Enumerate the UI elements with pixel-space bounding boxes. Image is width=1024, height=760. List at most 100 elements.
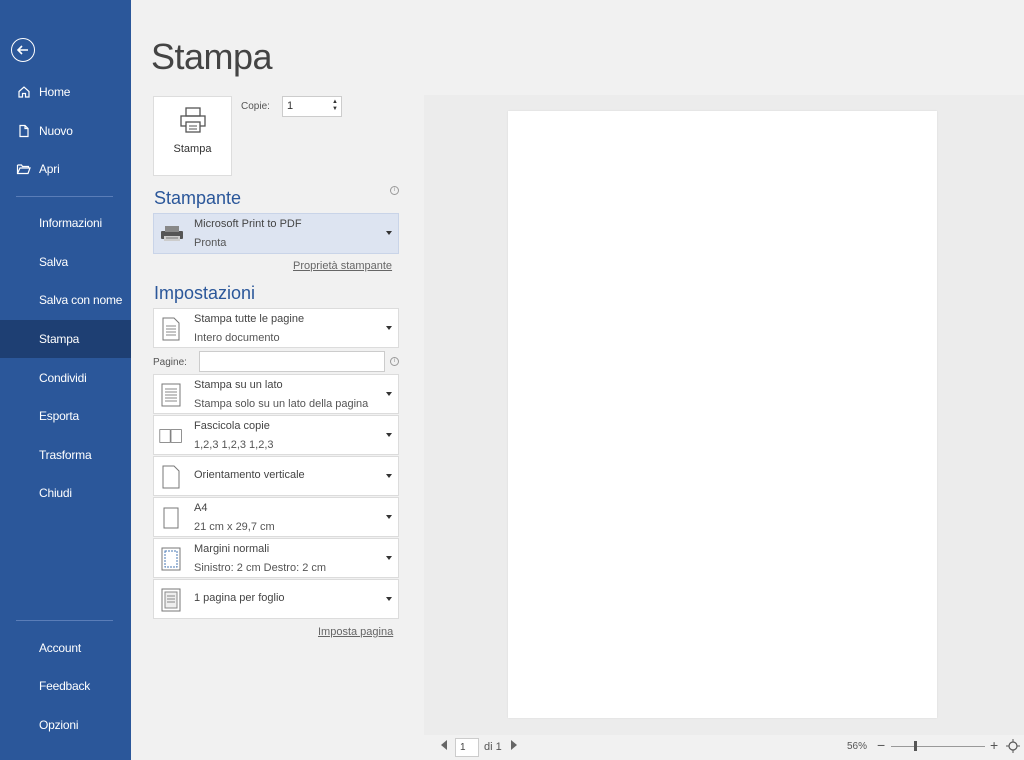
sidebar-item-account[interactable]: Account	[0, 629, 131, 667]
settings-section-title: Impostazioni	[154, 283, 256, 303]
option-subtitle: Stampa solo su un lato della pagina	[194, 398, 369, 410]
zoom-level[interactable]: 56%	[847, 741, 867, 752]
option-title: A4	[194, 502, 208, 514]
sidebar-item-label: Salva con nome	[39, 293, 123, 307]
backstage-sidebar: Home Nuovo Apri Informazioni Salva Salva…	[0, 0, 131, 760]
chevron-down-icon	[386, 474, 392, 478]
sidebar-item-home[interactable]: Home	[0, 73, 131, 111]
sidebar-item-label: Opzioni	[39, 718, 79, 732]
option-title: Margini normali	[194, 543, 270, 555]
printer-properties-link[interactable]: Proprietà stampante	[293, 260, 392, 272]
chevron-down-icon	[386, 392, 392, 396]
previous-page-icon[interactable]	[441, 740, 447, 750]
page-count: di 1	[484, 741, 502, 753]
pages-per-sheet-select[interactable]: 1 pagina per foglio	[153, 579, 399, 619]
sidebar-item-chiudi[interactable]: Chiudi	[0, 474, 131, 512]
sidebar-item-feedback[interactable]: Feedback	[0, 667, 131, 705]
sidebar-item-trasforma[interactable]: Trasforma	[0, 436, 131, 474]
sidebar-item-salva-con-nome[interactable]: Salva con nome	[0, 281, 131, 319]
one-sided-icon	[159, 381, 183, 409]
margins-icon	[159, 545, 183, 573]
sidebar-divider	[16, 620, 113, 621]
sidebar-item-label: Informazioni	[39, 216, 102, 230]
sidebar-item-salva[interactable]: Salva	[0, 243, 131, 281]
printer-select[interactable]: Microsoft Print to PDF Pronta	[153, 213, 399, 254]
chevron-down-icon	[386, 326, 392, 330]
sidebar-item-label: Trasforma	[39, 448, 92, 462]
spinner-arrows-icon[interactable]: ▲ ▼	[332, 99, 338, 113]
print-button-label: Stampa	[173, 143, 212, 155]
option-title: 1 pagina per foglio	[194, 592, 285, 604]
preview-page	[508, 111, 937, 718]
sidebar-item-label: Nuovo	[39, 124, 73, 138]
sidebar-item-nuovo[interactable]: Nuovo	[0, 112, 131, 150]
sidebar-item-opzioni[interactable]: Opzioni	[0, 706, 131, 744]
option-subtitle: 21 cm x 29,7 cm	[194, 521, 275, 533]
open-folder-icon	[16, 161, 32, 177]
zoom-out-button[interactable]: −	[877, 737, 885, 753]
pages-label: Pagine:	[153, 357, 187, 368]
copies-value: 1	[287, 100, 294, 112]
chevron-down-icon	[386, 556, 392, 560]
sidebar-item-esporta[interactable]: Esporta	[0, 397, 131, 435]
next-page-icon[interactable]	[511, 740, 517, 750]
page-number-input[interactable]: 1	[455, 738, 479, 757]
sidebar-item-label: Salva	[39, 255, 69, 269]
sidebar-item-label: Esporta	[39, 409, 79, 423]
orientation-select[interactable]: Orientamento verticale	[153, 456, 399, 496]
copies-label: Copie:	[241, 101, 270, 112]
sidebar-item-stampa[interactable]: Stampa	[0, 320, 131, 358]
portrait-page-icon	[159, 463, 183, 491]
option-title: Stampa tutte le pagine	[194, 313, 305, 325]
zoom-slider-thumb[interactable]	[914, 741, 917, 751]
printer-name: Microsoft Print to PDF	[194, 218, 302, 230]
collate-select[interactable]: Fascicola copie 1,2,3 1,2,3 1,2,3	[153, 415, 399, 455]
margins-select[interactable]: Margini normali Sinistro: 2 cm Destro: 2…	[153, 538, 399, 578]
sidebar-item-label: Apri	[39, 162, 60, 176]
zoom-in-button[interactable]: +	[990, 737, 998, 753]
sidebar-divider	[16, 196, 113, 197]
printer-status: Pronta	[194, 237, 227, 249]
print-button[interactable]: Stampa	[153, 96, 232, 176]
sidebar-item-label: Condividi	[39, 371, 87, 385]
zoom-to-page-icon[interactable]	[1006, 739, 1020, 758]
printer-section-title: Stampante	[154, 188, 242, 208]
home-icon	[16, 84, 32, 100]
chevron-down-icon	[386, 515, 392, 519]
printer-device-icon	[161, 226, 183, 241]
option-subtitle: Sinistro: 2 cm Destro: 2 cm	[194, 562, 327, 574]
sidebar-item-informazioni[interactable]: Informazioni	[0, 204, 131, 242]
paper-size-icon	[159, 504, 183, 532]
print-range-select[interactable]: Stampa tutte le pagine Intero documento	[153, 308, 399, 348]
sidebar-item-label: Home	[39, 85, 71, 99]
new-document-icon	[16, 123, 32, 139]
zoom-slider-track[interactable]	[891, 746, 985, 747]
sidebar-item-label: Chiudi	[39, 486, 72, 500]
duplex-select[interactable]: Stampa su un lato Stampa solo su un lato…	[153, 374, 399, 414]
printer-icon	[179, 107, 206, 133]
page-setup-link[interactable]: Imposta pagina	[318, 626, 393, 638]
chevron-down-icon	[386, 433, 392, 437]
info-icon[interactable]: i	[390, 357, 399, 366]
chevron-down-icon	[386, 597, 392, 601]
option-title: Orientamento verticale	[194, 469, 305, 481]
print-settings-panel: Stampa Stampa Copie: 1 ▲ ▼ Stampante i Mi…	[131, 0, 404, 760]
chevron-down-icon	[386, 231, 392, 235]
copies-stepper[interactable]: 1 ▲ ▼	[282, 96, 342, 117]
option-subtitle: Intero documento	[194, 332, 280, 344]
back-arrow-icon[interactable]	[11, 38, 35, 62]
option-title: Stampa su un lato	[194, 379, 283, 391]
sidebar-item-apri[interactable]: Apri	[0, 150, 131, 188]
option-title: Fascicola copie	[194, 420, 270, 432]
paper-size-select[interactable]: A4 21 cm x 29,7 cm	[153, 497, 399, 537]
info-icon[interactable]: i	[390, 186, 399, 195]
pages-icon	[159, 315, 183, 343]
option-subtitle: 1,2,3 1,2,3 1,2,3	[194, 439, 274, 451]
collate-icon	[159, 422, 183, 450]
sidebar-item-condividi[interactable]: Condividi	[0, 359, 131, 397]
page-title: Stampa	[151, 36, 273, 77]
sidebar-item-label: Feedback	[39, 679, 91, 693]
pages-input[interactable]	[199, 351, 385, 372]
sidebar-item-label: Account	[39, 641, 81, 655]
sidebar-item-label: Stampa	[39, 332, 80, 346]
